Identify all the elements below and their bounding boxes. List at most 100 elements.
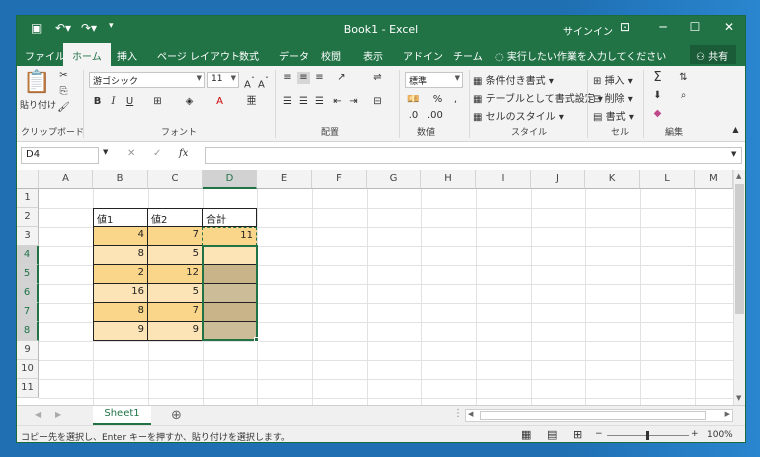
page-break-view-icon[interactable]: ⊞ bbox=[573, 428, 582, 441]
row-header-10[interactable]: 10 bbox=[17, 360, 39, 379]
insert-cells-button[interactable]: ⊞ 挿入 ▾ bbox=[593, 72, 633, 87]
column-header-f[interactable]: F bbox=[312, 170, 367, 189]
cell-c8[interactable]: 9 bbox=[147, 322, 203, 341]
tab-data[interactable]: データ bbox=[279, 48, 309, 63]
column-header-j[interactable]: J bbox=[531, 170, 585, 189]
minimize-icon[interactable]: ─ bbox=[651, 20, 675, 34]
insert-function-icon[interactable]: fx bbox=[179, 148, 188, 159]
phonetic-icon[interactable]: 亜 bbox=[245, 96, 258, 108]
maximize-icon[interactable]: ☐ bbox=[683, 20, 707, 34]
font-name-select[interactable]: 游ゴシック ▼ bbox=[89, 72, 205, 88]
vertical-scrollbar[interactable]: ▲ ▼ bbox=[733, 170, 745, 405]
collapse-ribbon-icon[interactable]: ▲ bbox=[729, 124, 742, 136]
horizontal-scrollbar[interactable]: ◀ ▶ bbox=[465, 409, 733, 422]
increase-decimal-icon[interactable]: .0 bbox=[407, 110, 420, 122]
decrease-decimal-icon[interactable]: .00 bbox=[427, 110, 443, 122]
column-header-g[interactable]: G bbox=[367, 170, 421, 189]
column-header-l[interactable]: L bbox=[640, 170, 695, 189]
font-shrink-icon[interactable]: Aˇ bbox=[257, 74, 270, 90]
paste-button[interactable]: 貼り付け bbox=[20, 98, 56, 111]
orientation-icon[interactable]: ↗ bbox=[335, 72, 348, 84]
zoom-slider-thumb[interactable] bbox=[646, 431, 649, 440]
sheet-tab-sheet1[interactable]: Sheet1 bbox=[93, 406, 151, 425]
fill-color-icon[interactable]: ◈ bbox=[183, 96, 196, 108]
format-as-table-button[interactable]: ▦ テーブルとして書式設定 ▾ bbox=[473, 90, 603, 105]
format-cells-button[interactable]: ▤ 書式 ▾ bbox=[593, 108, 634, 123]
zoom-in-icon[interactable]: + bbox=[691, 429, 699, 439]
accounting-format-icon[interactable]: 💴 bbox=[407, 94, 420, 106]
align-middle-icon[interactable]: ≡ bbox=[297, 72, 310, 84]
scroll-thumb[interactable] bbox=[735, 184, 744, 314]
cell-b6[interactable]: 16 bbox=[93, 284, 148, 303]
column-header-h[interactable]: H bbox=[421, 170, 476, 189]
cell-d2[interactable]: 合計 bbox=[202, 208, 257, 227]
column-header-e[interactable]: E bbox=[257, 170, 312, 189]
name-box[interactable]: D4 bbox=[21, 147, 99, 164]
align-center-icon[interactable]: ☰ bbox=[297, 96, 310, 108]
scroll-up-icon[interactable]: ▲ bbox=[736, 172, 741, 180]
column-header-k[interactable]: K bbox=[585, 170, 640, 189]
fill-handle[interactable] bbox=[254, 337, 259, 342]
cell-c3[interactable]: 7 bbox=[147, 227, 203, 246]
column-header-m[interactable]: M bbox=[695, 170, 733, 189]
tab-team[interactable]: チーム bbox=[453, 48, 483, 63]
row-header-4[interactable]: 4 bbox=[17, 246, 39, 265]
font-size-select[interactable]: 11 ▼ bbox=[207, 72, 239, 88]
font-grow-icon[interactable]: Aˆ bbox=[243, 74, 256, 90]
expand-formula-icon[interactable]: ▼ bbox=[731, 150, 736, 158]
row-header-2[interactable]: 2 bbox=[17, 208, 39, 227]
row-header-1[interactable]: 1 bbox=[17, 189, 39, 208]
align-bottom-icon[interactable]: ≡ bbox=[313, 72, 326, 84]
row-header-11[interactable]: 11 bbox=[17, 379, 39, 398]
cut-icon[interactable]: ✂ bbox=[57, 70, 70, 82]
column-header-b[interactable]: B bbox=[93, 170, 148, 189]
cell-c7[interactable]: 7 bbox=[147, 303, 203, 322]
prev-sheet-icon[interactable]: ◀ bbox=[35, 410, 41, 419]
fill-icon[interactable]: ⬇ bbox=[651, 90, 664, 102]
underline-icon[interactable]: U bbox=[123, 96, 136, 108]
percent-style-icon[interactable]: % bbox=[431, 94, 444, 106]
cell-b2[interactable]: 値1 bbox=[93, 208, 148, 227]
font-color-icon[interactable]: A bbox=[213, 96, 226, 108]
ribbon-display-icon[interactable]: ⊡ bbox=[613, 20, 637, 34]
scroll-right-icon[interactable]: ▶ bbox=[725, 410, 730, 418]
cell-d7[interactable] bbox=[202, 303, 257, 322]
row-header-9[interactable]: 9 bbox=[17, 341, 39, 360]
tab-file[interactable]: ファイル bbox=[25, 48, 65, 63]
tab-home[interactable]: ホーム bbox=[63, 43, 111, 66]
paste-icon[interactable]: 📋 bbox=[23, 70, 50, 95]
cell-b7[interactable]: 8 bbox=[93, 303, 148, 322]
zoom-out-icon[interactable]: − bbox=[595, 429, 603, 439]
namebox-dropdown-icon[interactable]: ▼ bbox=[103, 148, 108, 156]
cell-d3[interactable]: 11 bbox=[202, 227, 257, 246]
close-icon[interactable]: ✕ bbox=[717, 20, 741, 34]
borders-icon[interactable]: ⊞ bbox=[151, 96, 164, 108]
row-header-5[interactable]: 5 bbox=[17, 265, 39, 284]
cell-c6[interactable]: 5 bbox=[147, 284, 203, 303]
column-header-i[interactable]: I bbox=[476, 170, 531, 189]
cancel-icon[interactable]: ✕ bbox=[127, 148, 135, 159]
comma-style-icon[interactable]: , bbox=[449, 94, 462, 106]
align-left-icon[interactable]: ☰ bbox=[281, 96, 294, 108]
tell-me-box[interactable]: ◌ 実行したい作業を入力してください bbox=[495, 48, 666, 63]
signin-link[interactable]: サインイン bbox=[563, 23, 613, 38]
row-header-8[interactable]: 8 bbox=[17, 322, 39, 341]
page-layout-view-icon[interactable]: ▤ bbox=[547, 428, 557, 441]
bold-icon[interactable]: B bbox=[91, 96, 104, 108]
column-header-a[interactable]: A bbox=[39, 170, 93, 189]
cell-d4[interactable] bbox=[202, 246, 257, 265]
cell-b8[interactable]: 9 bbox=[93, 322, 148, 341]
cell-styles-button[interactable]: ▦ セルのスタイル ▾ bbox=[473, 108, 564, 123]
row-header-6[interactable]: 6 bbox=[17, 284, 39, 303]
increase-indent-icon[interactable]: ⇥ bbox=[347, 96, 360, 108]
wrap-text-icon[interactable]: ⇌ bbox=[371, 72, 384, 84]
tab-review[interactable]: 校閲 bbox=[321, 48, 341, 63]
row-header-7[interactable]: 7 bbox=[17, 303, 39, 322]
delete-cells-button[interactable]: ⊟ 削除 ▾ bbox=[593, 90, 633, 105]
sort-filter-icon[interactable]: ⇅ bbox=[677, 72, 690, 84]
tab-formulas[interactable]: 数式 bbox=[239, 48, 259, 63]
row-header-3[interactable]: 3 bbox=[17, 227, 39, 246]
more-options-icon[interactable]: ⋮ bbox=[453, 408, 463, 419]
normal-view-icon[interactable]: ▦ bbox=[521, 428, 531, 441]
zoom-level[interactable]: 100% bbox=[707, 430, 733, 440]
